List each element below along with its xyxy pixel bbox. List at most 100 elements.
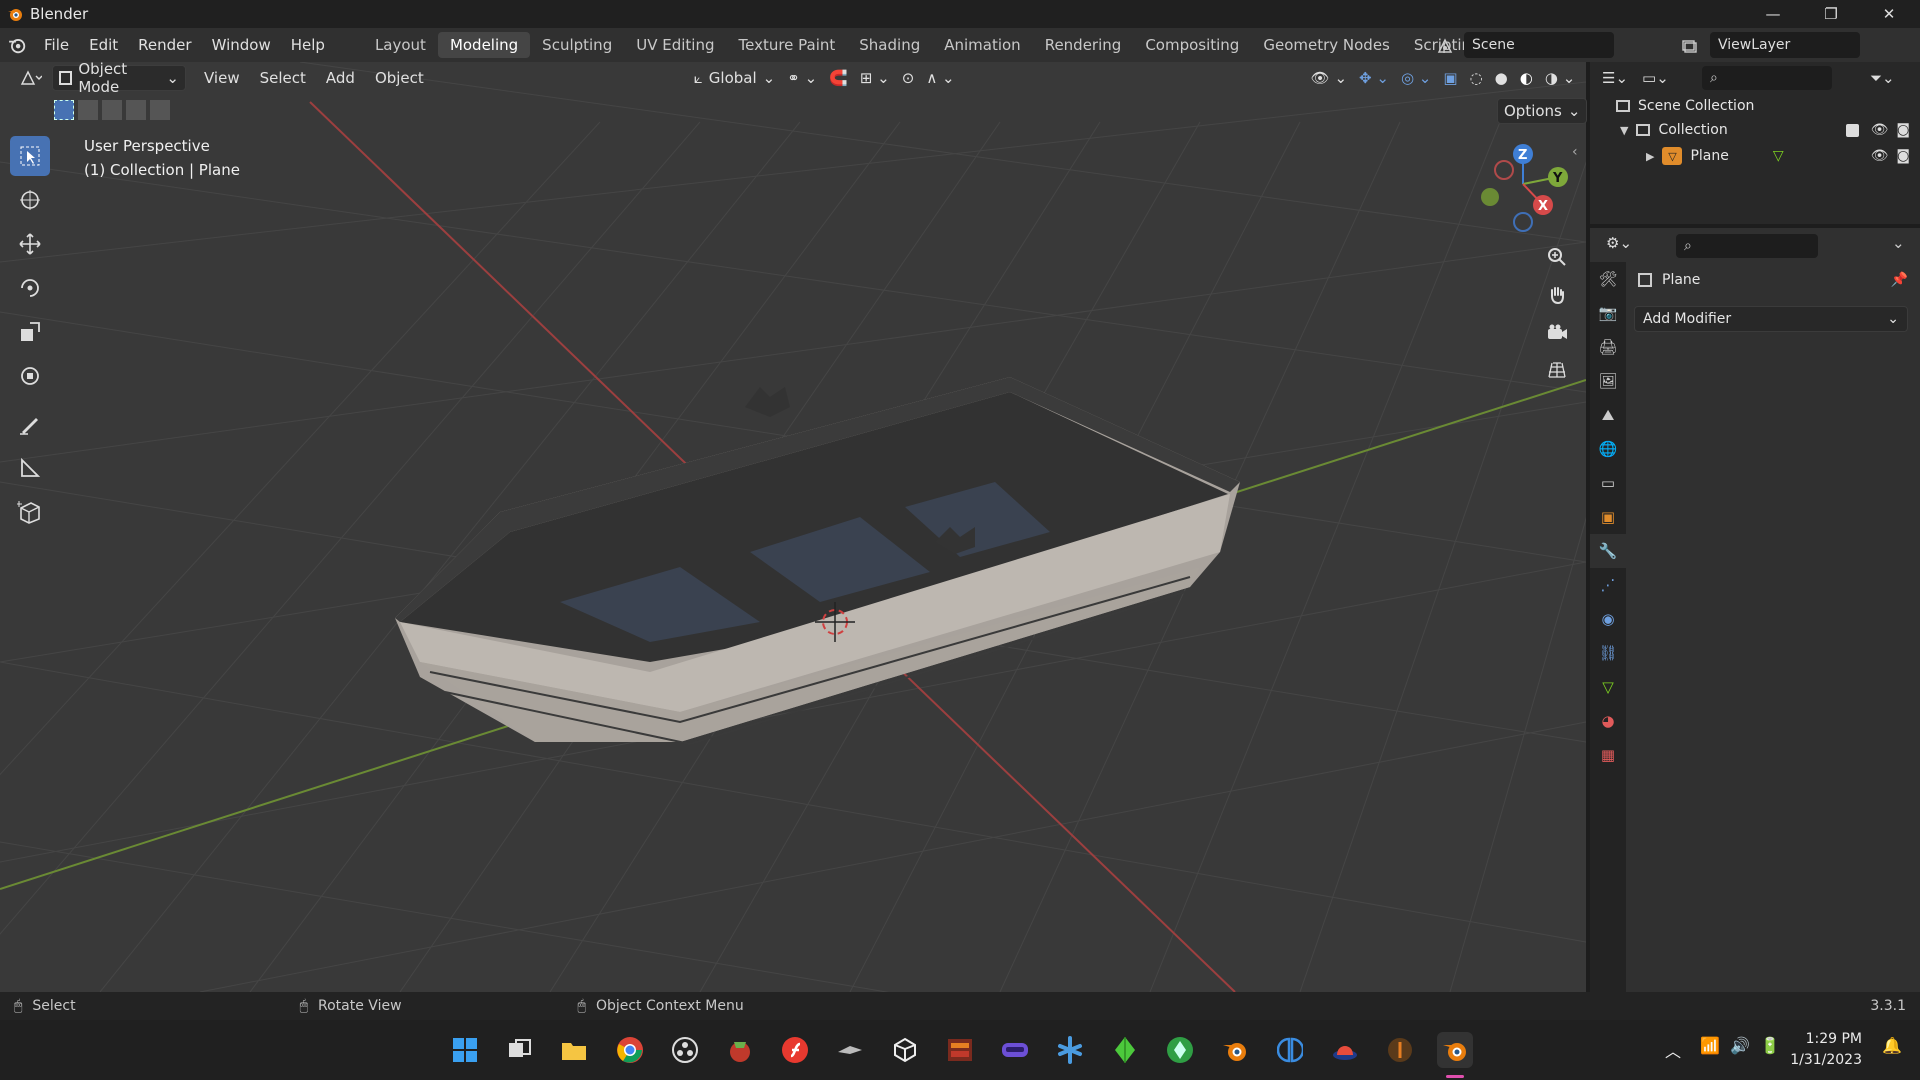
volume-icon[interactable]: 🔊 (1730, 1036, 1750, 1055)
minimize-button[interactable]: — (1744, 0, 1802, 28)
output-tab-icon[interactable]: 🖨 (1590, 330, 1626, 364)
eye-icon[interactable]: 👁 (1871, 148, 1889, 164)
pan-hand-icon[interactable] (1540, 278, 1574, 312)
outliner-row-collection[interactable]: ▼ Collection 👁 ◙ (1620, 122, 1910, 138)
tab-compositing[interactable]: Compositing (1133, 32, 1251, 58)
visibility-icon[interactable]: 👁 ⌄ (1305, 65, 1353, 91)
tab-modeling[interactable]: Modeling (437, 32, 531, 58)
chrome-icon[interactable] (612, 1032, 648, 1068)
options-dropdown[interactable]: Options ⌄ (1497, 98, 1588, 124)
vp-menu-add[interactable]: Add (316, 65, 365, 91)
expand-arrow-icon[interactable]: ▼ (1620, 124, 1628, 137)
add-modifier-dropdown[interactable]: Add Modifier ⌄ (1634, 306, 1908, 332)
particles-tab-icon[interactable]: ⋰ (1590, 568, 1626, 602)
collection-tab-icon[interactable]: ▭ (1590, 466, 1626, 500)
texture-tab-icon[interactable]: ▦ (1590, 738, 1626, 772)
properties-editor-icon[interactable]: ⚙⌄ (1606, 234, 1632, 252)
select-intersect-icon[interactable] (150, 100, 170, 120)
view-layer-icon[interactable] (1676, 34, 1702, 58)
tab-animation[interactable]: Animation (932, 32, 1032, 58)
menu-edit[interactable]: Edit (79, 32, 128, 58)
include-checkbox-icon[interactable] (1845, 123, 1859, 137)
joycon-app-icon[interactable] (1272, 1032, 1308, 1068)
mode-dropdown[interactable]: Object Mode ⌄ (52, 60, 186, 96)
vp-menu-select[interactable]: Select (250, 65, 316, 91)
sims-plumbob-dark-icon[interactable] (1162, 1032, 1198, 1068)
windows-start-icon[interactable] (447, 1032, 483, 1068)
object-tab-icon[interactable]: ▣ (1590, 500, 1626, 534)
flash-app-icon[interactable] (777, 1032, 813, 1068)
outliner-editor-icon[interactable]: ☰⌄ (1602, 69, 1628, 87)
retro-game-icon[interactable] (942, 1032, 978, 1068)
xray-toggle-icon[interactable]: ▣ (1437, 65, 1463, 91)
menu-window[interactable]: Window (202, 32, 281, 58)
blender-taskbar-icon[interactable] (1217, 1032, 1253, 1068)
falloff-icon[interactable]: ∧ ⌄ (920, 65, 960, 91)
add-cube-tool-icon[interactable] (10, 492, 50, 532)
annotate-tool-icon[interactable] (10, 404, 50, 444)
pivot-point-button[interactable]: ⚭ ⌄ (781, 65, 823, 91)
select-new-icon[interactable] (54, 100, 74, 120)
battery-icon[interactable]: 🔋 (1760, 1036, 1780, 1055)
measure-tool-icon[interactable] (10, 448, 50, 488)
file-explorer-icon[interactable] (556, 1032, 592, 1068)
data-tab-icon[interactable]: ▽ (1590, 670, 1626, 704)
zoom-icon[interactable] (1540, 240, 1574, 274)
chevron-down-icon[interactable]: ⌄ (1892, 234, 1905, 252)
snap-toggle-icon[interactable]: 🧲 (823, 65, 854, 91)
unity-icon[interactable] (887, 1032, 923, 1068)
camera-view-icon[interactable] (1540, 316, 1574, 350)
select-invert-icon[interactable] (126, 100, 146, 120)
select-extend-icon[interactable] (78, 100, 98, 120)
outliner-search-input[interactable]: ⌕ (1702, 66, 1832, 90)
select-tool-icon[interactable] (10, 136, 50, 176)
tab-shading[interactable]: Shading (847, 32, 932, 58)
scene-selector-icon[interactable] (1430, 34, 1460, 58)
eye-icon[interactable]: 👁 (1871, 122, 1889, 138)
clock-time[interactable]: 1:29 PM (1792, 1031, 1862, 1047)
tab-layout[interactable]: Layout (363, 32, 438, 58)
modifier-tab-icon[interactable]: 🔧 (1590, 534, 1626, 568)
gizmo-toggle-icon[interactable]: ✥ ⌄ (1353, 65, 1395, 91)
tab-texture-paint[interactable]: Texture Paint (726, 32, 847, 58)
outliner-row-plane[interactable]: ▶ ▽ Plane ▽ 👁 ◙ (1646, 147, 1910, 165)
tab-sculpting[interactable]: Sculpting (530, 32, 624, 58)
physics-tab-icon[interactable]: ◉ (1590, 602, 1626, 636)
wireframe-shading-icon[interactable]: ◌ (1464, 65, 1489, 91)
close-button[interactable]: ✕ (1860, 0, 1918, 28)
view-layer-tab-icon[interactable]: 🖼 (1590, 364, 1626, 398)
obs-icon[interactable] (667, 1032, 703, 1068)
material-tab-icon[interactable]: ◕ (1590, 704, 1626, 738)
constraints-tab-icon[interactable]: ⛓ (1590, 636, 1626, 670)
tray-overflow-icon[interactable]: ︿ (1665, 1038, 1681, 1062)
world-tab-icon[interactable]: 🌐 (1590, 432, 1626, 466)
filter-icon[interactable]: ⏷⌄ (1870, 69, 1895, 87)
3d-viewport[interactable]: X Y Z (0, 62, 1586, 992)
tab-geometry-nodes[interactable]: Geometry Nodes (1251, 32, 1402, 58)
blender-menu-icon[interactable] (0, 36, 34, 54)
camera-render-icon[interactable]: ◙ (1896, 122, 1910, 138)
menu-render[interactable]: Render (128, 32, 201, 58)
python-app-icon[interactable] (1052, 1032, 1088, 1068)
display-mode-icon[interactable]: ▭⌄ (1642, 69, 1669, 87)
cursor-tool-icon[interactable] (10, 180, 50, 220)
move-tool-icon[interactable] (10, 224, 50, 264)
editor-type-button[interactable] (14, 65, 48, 91)
notification-icon[interactable]: 🔔 (1882, 1036, 1902, 1055)
snap-settings-button[interactable]: ⊞ ⌄ (854, 65, 896, 91)
vp-menu-object[interactable]: Object (365, 65, 434, 91)
rotate-tool-icon[interactable] (10, 268, 50, 308)
pumpkin-app-icon[interactable] (1382, 1032, 1418, 1068)
menu-file[interactable]: File (34, 32, 79, 58)
wifi-icon[interactable]: 📶 (1700, 1036, 1720, 1055)
transform-tool-icon[interactable] (10, 356, 50, 396)
mesh-data-icon[interactable]: ▽ (1773, 148, 1784, 164)
clock-date[interactable]: 1/31/2023 (1782, 1052, 1862, 1068)
outliner-row-scene-collection[interactable]: Scene Collection (1616, 98, 1754, 114)
tool-tab-icon[interactable]: 🛠 (1590, 262, 1626, 296)
hat-app-icon[interactable] (1327, 1032, 1363, 1068)
properties-search-input[interactable]: ⌕ (1676, 234, 1818, 258)
view-layer-field[interactable]: ViewLayer (1710, 32, 1860, 58)
sidebar-toggle-chevron-icon[interactable]: ‹ (1572, 144, 1578, 160)
material-shading-icon[interactable]: ◐ (1514, 65, 1539, 91)
